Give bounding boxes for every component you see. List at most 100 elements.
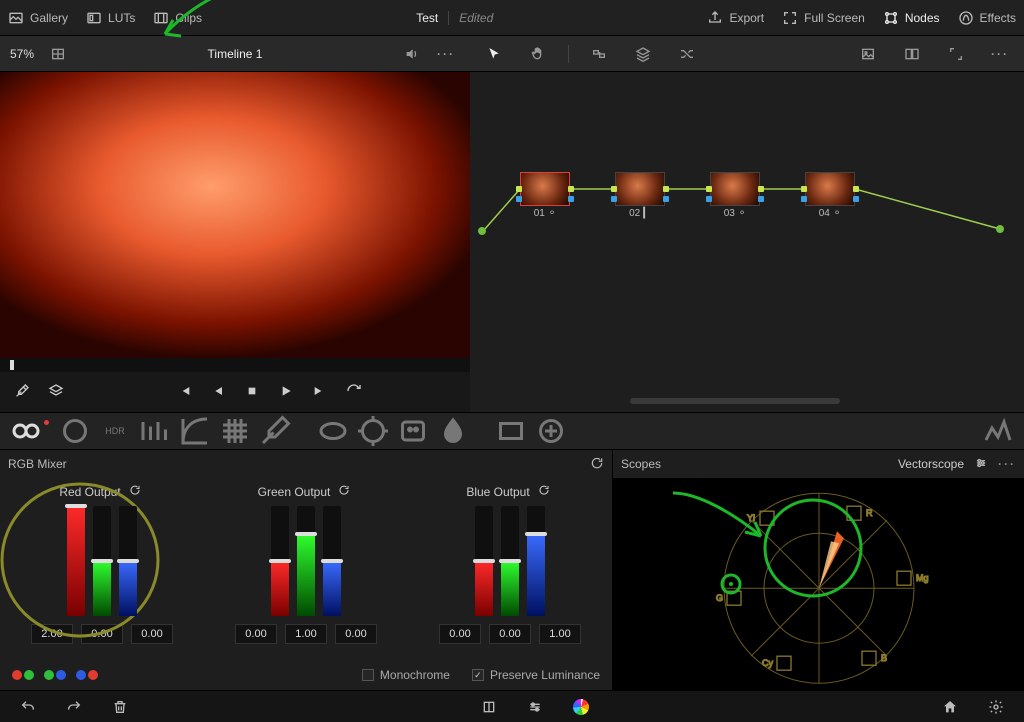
scope-mode[interactable]: Vectorscope [898, 457, 964, 471]
swap-gb-button[interactable] [44, 670, 66, 680]
node-scrollbar[interactable] [630, 398, 840, 404]
swap-br-button[interactable] [76, 670, 98, 680]
tracker-icon[interactable] [355, 417, 391, 445]
blur-icon[interactable] [435, 417, 471, 445]
red-r-slider[interactable] [67, 506, 85, 616]
step-back-icon[interactable] [210, 383, 226, 402]
node-graph[interactable]: 01⚬ 02▎ 03⚬ 04⚬ [470, 72, 1024, 412]
green-b-slider[interactable] [323, 506, 341, 616]
luts-button[interactable]: LUTs [86, 10, 135, 26]
vectorscope-display[interactable]: R Mg B Cy G Yl [613, 478, 1024, 690]
red-g-value[interactable]: 0.00 [81, 624, 123, 644]
node-04[interactable]: 04⚬ [805, 172, 855, 219]
red-r-value[interactable]: 2.00 [31, 624, 73, 644]
green-g-slider[interactable] [297, 506, 315, 616]
red-b-value[interactable]: 0.00 [131, 624, 173, 644]
loop-icon[interactable] [346, 383, 362, 402]
node-add-icon[interactable] [585, 40, 613, 68]
transport-controls [0, 372, 470, 412]
node-02[interactable]: 02▎ [615, 172, 665, 219]
nodes-more-icon[interactable]: ··· [986, 40, 1014, 68]
gallery-button[interactable]: Gallery [8, 10, 68, 26]
viewer-more-icon[interactable]: ··· [432, 40, 460, 68]
red-g-slider[interactable] [93, 506, 111, 616]
blue-b-value[interactable]: 1.00 [539, 624, 581, 644]
node-01[interactable]: 01⚬ [520, 172, 570, 219]
undo-icon[interactable] [14, 693, 42, 721]
rgb-reset-icon[interactable] [590, 456, 604, 473]
qualifier-icon[interactable] [257, 417, 293, 445]
nodes-button[interactable]: Nodes [883, 10, 940, 26]
next-clip-icon[interactable] [312, 383, 328, 402]
hdr-icon[interactable]: HDR [97, 417, 133, 445]
swap-rg-button[interactable] [12, 670, 34, 680]
image-icon[interactable] [854, 40, 882, 68]
primaries-bars-icon[interactable] [57, 417, 93, 445]
shuffle-icon[interactable] [673, 40, 701, 68]
magic-mask-icon[interactable] [395, 417, 431, 445]
green-r-slider[interactable] [271, 506, 289, 616]
green-g-value[interactable]: 1.00 [285, 624, 327, 644]
layers-icon[interactable] [629, 40, 657, 68]
timeline-name[interactable]: Timeline 1 [208, 47, 263, 61]
red-reset-icon[interactable] [129, 484, 145, 500]
viewer-panel [0, 72, 470, 412]
project-name[interactable]: Test [416, 11, 438, 25]
stack-icon[interactable] [48, 383, 64, 402]
svg-text:Yl: Yl [747, 513, 755, 523]
scope-settings-icon[interactable] [974, 456, 988, 473]
stop-icon[interactable] [244, 383, 260, 402]
primaries-wheels-icon[interactable] [8, 417, 44, 445]
audio-icon[interactable] [398, 40, 426, 68]
graph-output-dot[interactable] [996, 225, 1004, 233]
grid-icon[interactable] [44, 40, 72, 68]
pointer-tool-icon[interactable] [480, 40, 508, 68]
blue-g-value[interactable]: 0.00 [489, 624, 531, 644]
green-b-value[interactable]: 0.00 [335, 624, 377, 644]
viewer-frame[interactable] [0, 72, 470, 358]
green-reset-icon[interactable] [338, 484, 354, 500]
page-edit-icon[interactable] [521, 693, 549, 721]
expand-icon[interactable] [942, 40, 970, 68]
panels-icon[interactable] [898, 40, 926, 68]
scrub-bar[interactable] [0, 358, 470, 372]
edited-badge: Edited [448, 11, 493, 25]
prev-clip-icon[interactable] [176, 383, 192, 402]
fullscreen-button[interactable]: Full Screen [782, 10, 865, 26]
page-cut-icon[interactable] [475, 693, 503, 721]
redo-icon[interactable] [60, 693, 88, 721]
sizing-icon[interactable] [533, 417, 569, 445]
home-icon[interactable] [936, 693, 964, 721]
blue-reset-icon[interactable] [538, 484, 554, 500]
eyedropper-icon[interactable] [14, 383, 30, 402]
rgb-mixer-icon[interactable] [137, 417, 173, 445]
node-03[interactable]: 03⚬ [710, 172, 760, 219]
graph-input-dot[interactable] [478, 227, 486, 235]
warper-icon[interactable] [217, 417, 253, 445]
viewer-image-placeholder [0, 72, 470, 358]
scope-more-icon[interactable]: ··· [998, 457, 1016, 471]
curves-icon[interactable] [177, 417, 213, 445]
key-icon[interactable] [493, 417, 529, 445]
red-b-slider[interactable] [119, 506, 137, 616]
export-button[interactable]: Export [707, 10, 764, 26]
viewer-toolbar-row: 57% Timeline 1 ··· ··· [0, 36, 1024, 72]
play-icon[interactable] [278, 383, 294, 402]
svg-text:R: R [866, 508, 873, 518]
zoom-level[interactable]: 57% [10, 47, 34, 61]
scopes-toggle-icon[interactable] [980, 417, 1016, 445]
page-color-icon[interactable] [567, 693, 595, 721]
trash-icon[interactable] [106, 693, 134, 721]
blue-g-slider[interactable] [501, 506, 519, 616]
monochrome-checkbox[interactable]: Monochrome [362, 668, 450, 682]
preserve-luminance-checkbox[interactable]: ✓Preserve Luminance [472, 668, 600, 682]
blue-r-slider[interactable] [475, 506, 493, 616]
clips-button[interactable]: Clips [153, 10, 202, 26]
green-r-value[interactable]: 0.00 [235, 624, 277, 644]
blue-r-value[interactable]: 0.00 [439, 624, 481, 644]
window-icon[interactable] [315, 417, 351, 445]
gear-icon[interactable] [982, 693, 1010, 721]
hand-tool-icon[interactable] [524, 40, 552, 68]
effects-button[interactable]: Effects [958, 10, 1016, 26]
blue-b-slider[interactable] [527, 506, 545, 616]
